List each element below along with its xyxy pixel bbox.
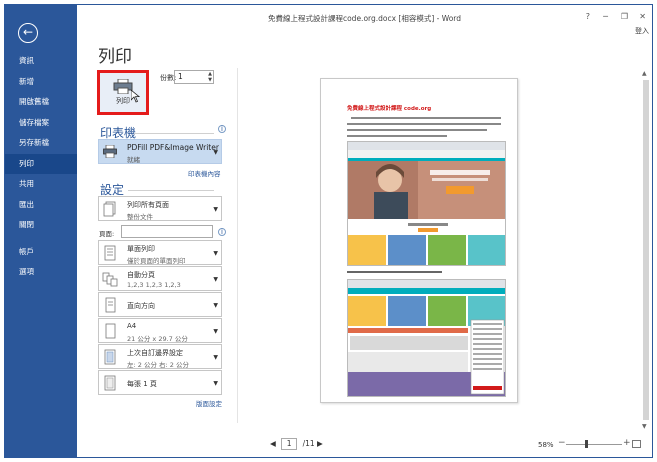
text-line [347, 123, 501, 125]
nav-item-new[interactable]: 新增 [5, 72, 77, 93]
copies-value: 1 [178, 72, 183, 81]
backstage-sidebar: ← 資訊 新增 開啟舊檔 儲存檔案 另存新檔 列印 共用 匯出 關閉 帳戶 選項 [5, 5, 77, 457]
printer-icon [113, 78, 133, 95]
copies-stepper[interactable]: 1 ▲ ▼ [174, 70, 214, 84]
nav-item-close[interactable]: 關閉 [5, 215, 77, 236]
document-pages-icon [102, 201, 118, 217]
pages-label: 頁面: [99, 230, 115, 238]
chevron-down-icon: ▼ [213, 380, 218, 387]
margins-icon [102, 349, 118, 365]
printer-device-icon [103, 144, 117, 159]
printer-name: PDFill PDF&Image Writer [127, 143, 219, 152]
printer-status: 就緒 [127, 156, 140, 164]
settings-section-divider [128, 190, 214, 191]
screenshot-image-1 [347, 141, 506, 266]
next-page-icon[interactable]: ▶ [317, 439, 323, 448]
page-navigator: ◀ 1 /11 ▶ [270, 438, 323, 450]
preview-doc-title: 免費線上程式設計課程 code.org [347, 106, 432, 112]
nav-item-share[interactable]: 共用 [5, 174, 77, 195]
document-title: 免費線上程式設計課程code.org.docx [相容模式] - Word [267, 14, 462, 23]
chevron-down-icon: ▼ [213, 354, 218, 361]
nav-item-info[interactable]: 資訊 [5, 51, 77, 72]
nav-item-save[interactable]: 儲存檔案 [5, 113, 77, 134]
spinner-arrows-icon[interactable]: ▲ ▼ [208, 71, 212, 83]
text-line [347, 129, 487, 131]
sides-dropdown[interactable]: 單面列印 僅於頁面的單面列印 ▼ [98, 240, 222, 265]
printer-dropdown[interactable]: PDFill PDF&Image Writer 就緒 ▼ [98, 139, 222, 164]
screenshot-image-2 [347, 279, 506, 397]
setting-primary: 列印所有頁面 [127, 201, 169, 209]
text-line [351, 117, 501, 119]
nav-item-print[interactable]: 列印 [5, 153, 77, 174]
preview-scrollbar[interactable]: ▲ ▼ [642, 70, 650, 430]
setting-secondary: 21 公分 x 29.7 公分 [127, 335, 188, 343]
step2-text-line [347, 271, 442, 273]
setting-secondary: 僅於頁面的單面列印 [127, 257, 186, 265]
title-bar: 免費線上程式設計課程code.org.docx [相容模式] - Word ? … [77, 5, 652, 27]
setting-secondary: 左: 2 公分 右: 2 公分 [127, 361, 189, 369]
scroll-thumb[interactable] [643, 80, 649, 420]
chevron-down-icon: ▼ [213, 302, 218, 309]
setting-primary: A4 [127, 322, 137, 330]
scroll-up-icon[interactable]: ▲ [642, 70, 647, 77]
help-icon[interactable]: ? [586, 12, 590, 21]
zoom-out-icon[interactable]: − [558, 438, 566, 448]
portrait-orientation-icon [102, 297, 118, 313]
chevron-down-icon: ▼ [213, 276, 218, 283]
nav-item-account[interactable]: 帳戶 [5, 242, 77, 263]
restore-icon[interactable]: ❐ [621, 12, 628, 21]
orientation-dropdown[interactable]: 直向方向 ▼ [98, 292, 222, 317]
page-title: 列印 [98, 47, 132, 67]
zoom-in-icon[interactable]: + [623, 438, 631, 448]
pane-divider [237, 68, 238, 423]
print-button[interactable]: 列印 [97, 70, 149, 115]
chevron-down-icon: ▼ [213, 328, 218, 335]
zoom-level[interactable]: 58% [538, 441, 554, 449]
zoom-slider-thumb[interactable] [585, 440, 588, 448]
collate-icon [102, 271, 118, 287]
printer-properties-link[interactable]: 印表機內容 [188, 168, 221, 178]
sign-in-link[interactable]: 登入 [635, 26, 649, 36]
setting-primary: 每張 1 頁 [127, 380, 157, 388]
setting-primary: 自動分頁 [127, 271, 155, 279]
close-icon[interactable]: ✕ [639, 12, 646, 21]
info-icon[interactable]: i [218, 228, 226, 236]
nav-item-open[interactable]: 開啟舊檔 [5, 92, 77, 113]
backstage-nav: 資訊 新增 開啟舊檔 儲存檔案 另存新檔 列印 共用 匯出 關閉 帳戶 選項 [5, 51, 77, 283]
info-icon[interactable]: i [218, 125, 226, 133]
paper-size-icon [102, 323, 118, 339]
pages-input[interactable] [121, 225, 213, 238]
single-sided-icon [102, 245, 118, 261]
total-pages: /11 [302, 439, 315, 448]
text-line [347, 135, 447, 137]
mouse-cursor-icon [130, 89, 141, 106]
page-setup-link[interactable]: 版面設定 [196, 398, 222, 408]
chevron-down-icon: ▼ [213, 206, 218, 213]
paper-size-dropdown[interactable]: A4 21 公分 x 29.7 公分 ▼ [98, 318, 222, 343]
margins-dropdown[interactable]: 上次自訂邊界設定 左: 2 公分 右: 2 公分 ▼ [98, 344, 222, 369]
scroll-down-icon[interactable]: ▼ [642, 423, 647, 430]
nav-item-options[interactable]: 選項 [5, 262, 77, 283]
pages-per-sheet-icon [102, 375, 118, 391]
chevron-down-icon: ▼ [213, 250, 218, 257]
print-preview-page: 免費線上程式設計課程 code.org [320, 78, 518, 403]
setting-primary: 直向方向 [127, 302, 155, 310]
pages-per-sheet-dropdown[interactable]: 每張 1 頁 ▼ [98, 370, 222, 395]
zoom-slider[interactable] [566, 444, 622, 445]
printer-section-divider [134, 133, 214, 134]
back-arrow-icon[interactable]: ← [18, 23, 38, 43]
minimize-icon[interactable]: ─ [603, 12, 608, 21]
setting-secondary: 整份文件 [127, 213, 153, 221]
prev-page-icon[interactable]: ◀ [270, 439, 276, 448]
nav-item-save-as[interactable]: 另存新檔 [5, 133, 77, 154]
setting-primary: 單面列印 [127, 245, 155, 253]
current-page-input[interactable]: 1 [281, 438, 298, 450]
print-range-dropdown[interactable]: 列印所有頁面 整份文件 ▼ [98, 196, 222, 221]
collate-dropdown[interactable]: 自動分頁 1,2,3 1,2,3 1,2,3 ▼ [98, 266, 222, 291]
setting-primary: 上次自訂邊界設定 [127, 349, 183, 357]
chevron-down-icon: ▼ [213, 149, 218, 156]
setting-secondary: 1,2,3 1,2,3 1,2,3 [127, 281, 181, 289]
zoom-to-page-icon[interactable] [632, 440, 641, 448]
nav-item-export[interactable]: 匯出 [5, 195, 77, 216]
